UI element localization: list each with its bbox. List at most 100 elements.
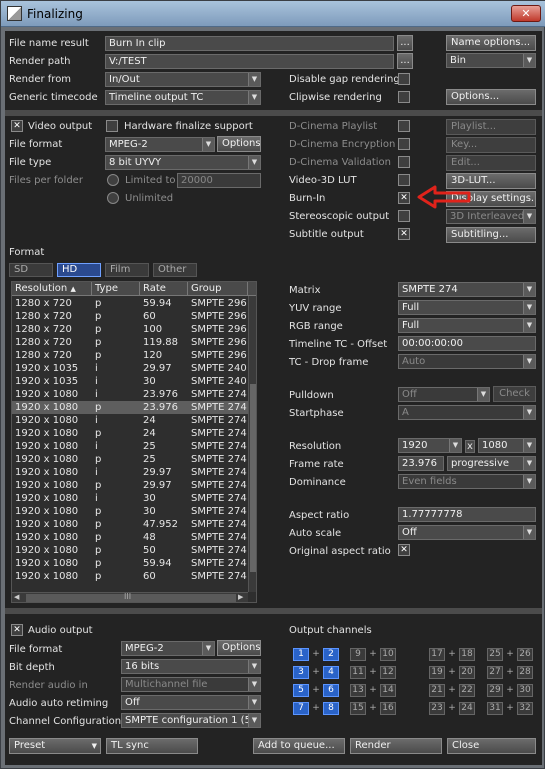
channel-pair-plus[interactable]: + xyxy=(504,702,516,715)
video-output-checkbox[interactable] xyxy=(11,120,23,132)
channel-button[interactable]: 1 xyxy=(293,648,309,661)
playlist-button[interactable]: Playlist... xyxy=(446,119,536,135)
channel-pair-plus[interactable]: + xyxy=(446,684,458,697)
render-from-dropdown[interactable]: In/Out ▼ xyxy=(105,72,261,87)
pulldown-dropdown[interactable]: Off ▼ xyxy=(398,387,490,402)
limited-to-radio[interactable] xyxy=(107,174,119,186)
table-row[interactable]: 1280 x 720 p 59.94 SMPTE 296 xyxy=(12,297,248,310)
stereoscopic-dropdown[interactable]: 3D Interleaved s ▼ xyxy=(446,209,536,224)
horizontal-scrollbar[interactable]: ◀ III ▶ xyxy=(12,592,248,602)
channel-pair-plus[interactable]: + xyxy=(504,648,516,661)
channel-pair-plus[interactable]: + xyxy=(446,702,458,715)
matrix-dropdown[interactable]: SMPTE 274 ▼ xyxy=(398,282,536,297)
channel-pair-plus[interactable]: + xyxy=(310,666,322,679)
table-row[interactable]: 1920 x 1080 p 59.94 SMPTE 274 xyxy=(12,557,248,570)
channel-button[interactable]: 9 xyxy=(350,648,366,661)
scrollbar-thumb[interactable] xyxy=(250,384,256,572)
horizontal-scrollbar-thumb[interactable]: III xyxy=(26,592,236,602)
scroll-right-icon[interactable]: ▶ xyxy=(238,593,243,601)
channel-button[interactable]: 15 xyxy=(350,702,366,715)
channel-pair-plus[interactable]: + xyxy=(310,684,322,697)
channel-pair-plus[interactable]: + xyxy=(504,684,516,697)
audio-retiming-dropdown[interactable]: Off ▼ xyxy=(121,695,261,710)
table-row[interactable]: 1920 x 1080 p 25 SMPTE 274 xyxy=(12,453,248,466)
column-group[interactable]: Group xyxy=(188,282,248,295)
top-options-button[interactable]: Options... xyxy=(446,89,536,105)
yuv-range-dropdown[interactable]: Full ▼ xyxy=(398,300,536,315)
preset-button[interactable]: Preset ▼ xyxy=(9,738,101,754)
audio-file-format-dropdown[interactable]: MPEG-2 ▼ xyxy=(121,641,215,656)
table-row[interactable]: 1920 x 1080 p 48 SMPTE 274 xyxy=(12,531,248,544)
channel-pair-plus[interactable]: + xyxy=(446,648,458,661)
channel-button[interactable]: 12 xyxy=(380,666,396,679)
column-type[interactable]: Type xyxy=(92,282,140,295)
table-row[interactable]: 1920 x 1035 i 29.97 SMPTE 240 xyxy=(12,362,248,375)
video-3d-lut-checkbox[interactable] xyxy=(398,174,410,186)
edit-button[interactable]: Edit... xyxy=(446,155,536,171)
channel-button[interactable]: 23 xyxy=(429,702,445,715)
channel-pair-plus[interactable]: + xyxy=(367,702,379,715)
channel-config-dropdown[interactable]: SMPTE configuration 1 (5. ▼ xyxy=(121,713,261,728)
channel-button[interactable]: 8 xyxy=(323,702,339,715)
file-name-field[interactable]: Burn In clip xyxy=(105,36,394,51)
channel-button[interactable]: 3 xyxy=(293,666,309,679)
channel-button[interactable]: 31 xyxy=(487,702,503,715)
channel-button[interactable]: 14 xyxy=(380,684,396,697)
stereoscopic-checkbox[interactable] xyxy=(398,210,410,222)
render-button[interactable]: Render xyxy=(350,738,442,754)
channel-button[interactable]: 22 xyxy=(459,684,475,697)
unlimited-radio[interactable] xyxy=(107,192,119,204)
generic-timecode-dropdown[interactable]: Timeline output TC ▼ xyxy=(105,90,261,105)
table-row[interactable]: 1280 x 720 p 60 SMPTE 296 xyxy=(12,310,248,323)
hardware-finalize-checkbox[interactable] xyxy=(106,120,118,132)
channel-button[interactable]: 21 xyxy=(429,684,445,697)
dcinema-validation-checkbox[interactable] xyxy=(398,156,410,168)
render-path-field[interactable]: V:/TEST xyxy=(105,54,394,69)
table-row[interactable]: 1280 x 720 p 120 SMPTE 296 xyxy=(12,349,248,362)
aspect-ratio-field[interactable]: 1.77777778 xyxy=(398,507,536,522)
channel-button[interactable]: 16 xyxy=(380,702,396,715)
channel-pair-plus[interactable]: + xyxy=(367,684,379,697)
channel-button[interactable]: 26 xyxy=(517,648,533,661)
channel-button[interactable]: 5 xyxy=(293,684,309,697)
table-row[interactable]: 1920 x 1080 p 29.97 SMPTE 274 xyxy=(12,479,248,492)
clipwise-checkbox[interactable] xyxy=(398,91,410,103)
render-path-browse-button[interactable]: ... xyxy=(397,53,413,69)
channel-button[interactable]: 28 xyxy=(517,666,533,679)
startphase-dropdown[interactable]: A ▼ xyxy=(398,405,536,420)
close-button[interactable]: Close xyxy=(447,738,536,754)
table-row[interactable]: 1920 x 1080 p 60 SMPTE 274 xyxy=(12,570,248,583)
table-row[interactable]: 1920 x 1080 i 24 SMPTE 274 xyxy=(12,414,248,427)
disable-gap-checkbox[interactable] xyxy=(398,73,410,85)
audio-output-checkbox[interactable] xyxy=(11,624,23,636)
audio-options-button[interactable]: Options xyxy=(217,640,261,656)
video-file-format-dropdown[interactable]: MPEG-2 ▼ xyxy=(105,137,215,152)
tab-sd[interactable]: SD xyxy=(9,263,53,277)
add-to-queue-button[interactable]: Add to queue... xyxy=(253,738,345,754)
channel-button[interactable]: 17 xyxy=(429,648,445,661)
table-row[interactable]: 1920 x 1080 i 29.97 SMPTE 274 xyxy=(12,466,248,479)
tc-drop-frame-dropdown[interactable]: Auto ▼ xyxy=(398,354,536,369)
frame-rate-field[interactable]: 23.976 xyxy=(398,456,444,471)
channel-button[interactable]: 2 xyxy=(323,648,339,661)
dcinema-encryption-checkbox[interactable] xyxy=(398,138,410,150)
channel-pair-plus[interactable]: + xyxy=(446,666,458,679)
channel-pair-plus[interactable]: + xyxy=(367,666,379,679)
table-row[interactable]: 1920 x 1080 i 23.976 SMPTE 274 xyxy=(12,388,248,401)
video-options-button[interactable]: Options xyxy=(217,136,261,152)
channel-pair-plus[interactable]: + xyxy=(310,702,322,715)
channel-button[interactable]: 27 xyxy=(487,666,503,679)
channel-pair-plus[interactable]: + xyxy=(504,666,516,679)
channel-button[interactable]: 30 xyxy=(517,684,533,697)
table-row[interactable]: 1920 x 1080 i 25 SMPTE 274 xyxy=(12,440,248,453)
column-resolution[interactable]: Resolution ▲ xyxy=(12,282,92,295)
channel-pair-plus[interactable]: + xyxy=(367,648,379,661)
table-row[interactable]: 1920 x 1035 i 30 SMPTE 240 xyxy=(12,375,248,388)
file-type-dropdown[interactable]: 8 bit UYVY ▼ xyxy=(105,155,261,170)
limited-to-field[interactable]: 20000 xyxy=(177,173,261,188)
render-audio-in-dropdown[interactable]: Multichannel file ▼ xyxy=(121,677,261,692)
channel-pair-plus[interactable]: + xyxy=(310,648,322,661)
close-window-button[interactable]: ✕ xyxy=(511,5,541,22)
title-bar[interactable]: Finalizing ✕ xyxy=(1,1,545,27)
table-row[interactable]: 1920 x 1080 p 23.976 SMPTE 274 xyxy=(12,401,248,414)
